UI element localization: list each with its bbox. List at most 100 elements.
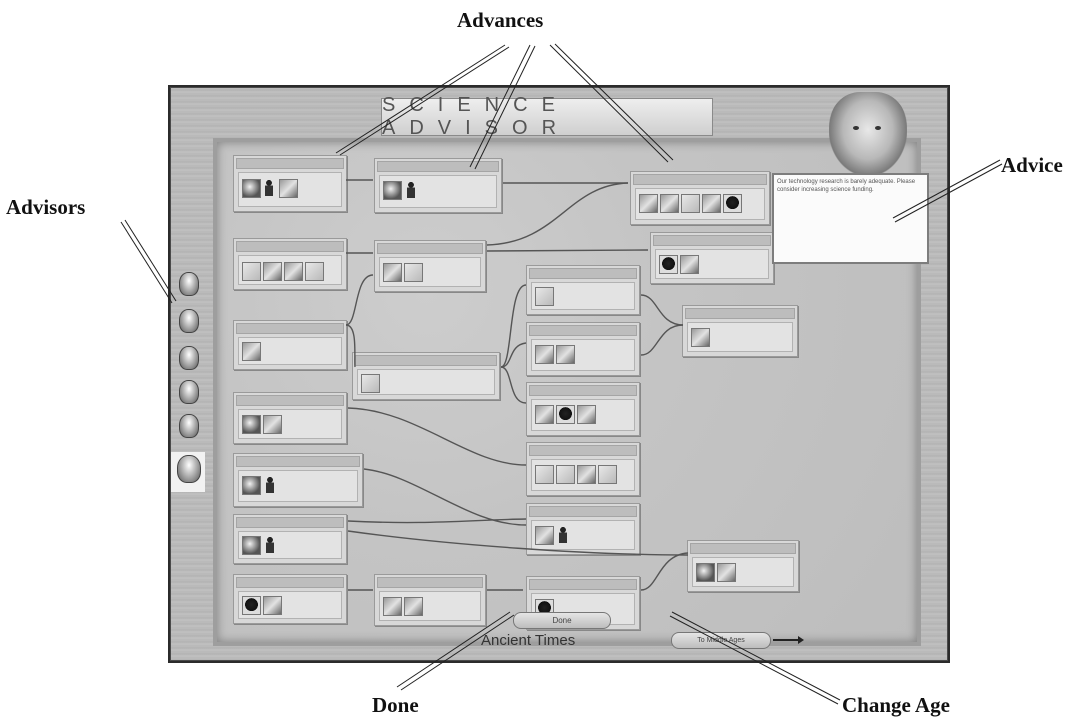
orb-icon xyxy=(383,181,402,200)
advisor-face-icon[interactable] xyxy=(177,455,201,483)
advance-card[interactable] xyxy=(374,158,502,213)
advance-name-bar xyxy=(529,445,637,456)
advance-card[interactable] xyxy=(526,503,640,555)
science-advisor-screen: SCIENCE ADVISOR Our technology research … xyxy=(168,85,950,663)
advance-name-bar xyxy=(236,456,360,467)
column-icon xyxy=(535,287,554,306)
advance-card[interactable] xyxy=(650,232,774,284)
advance-name-bar xyxy=(377,161,499,172)
advance-card[interactable] xyxy=(630,171,770,225)
age-label: Ancient Times xyxy=(481,632,576,649)
advance-name-bar xyxy=(633,174,767,185)
done-button[interactable]: Done xyxy=(513,612,611,629)
advance-name-bar xyxy=(236,241,344,252)
scroll-icon xyxy=(263,596,282,615)
advance-card[interactable] xyxy=(526,322,640,376)
advance-icons xyxy=(531,459,635,491)
field-icon xyxy=(660,194,679,213)
seal-icon xyxy=(696,563,715,582)
artifact-icon xyxy=(284,262,303,281)
advance-card[interactable] xyxy=(682,305,798,357)
advisor-face-icon[interactable] xyxy=(179,414,199,438)
advance-card[interactable] xyxy=(233,320,347,370)
advisor-face-icon[interactable] xyxy=(179,272,199,296)
mountain-icon xyxy=(639,194,658,213)
advisor-face-icon[interactable] xyxy=(179,346,199,370)
advance-icons xyxy=(655,249,769,279)
advance-card[interactable] xyxy=(526,265,640,315)
page-icon xyxy=(305,262,324,281)
change-age-button[interactable]: To Middle Ages xyxy=(671,632,771,649)
map-icon xyxy=(263,415,282,434)
advisor-portrait xyxy=(829,92,907,176)
advance-icons xyxy=(379,175,497,208)
advance-icons xyxy=(531,339,635,371)
advance-name-bar xyxy=(529,325,637,336)
advance-icons xyxy=(238,470,358,502)
advance-card[interactable] xyxy=(374,240,486,292)
cloud-icon xyxy=(681,194,700,213)
cart-icon xyxy=(691,328,710,347)
advance-card[interactable] xyxy=(526,442,640,496)
advance-name-bar xyxy=(529,579,637,590)
advisor-face-icon[interactable] xyxy=(179,309,199,333)
eye-icon xyxy=(853,126,859,130)
deer-icon xyxy=(535,526,554,545)
advisor-face-icon[interactable] xyxy=(179,380,199,404)
advance-card[interactable] xyxy=(352,352,500,400)
advance-icons xyxy=(238,337,342,365)
advance-card[interactable] xyxy=(233,574,347,624)
gear-icon xyxy=(242,536,261,555)
advance-icons xyxy=(531,282,635,310)
moon-icon xyxy=(723,194,742,213)
flowers-icon xyxy=(717,563,736,582)
advance-name-bar xyxy=(529,385,637,396)
tower-icon xyxy=(598,465,617,484)
figure-icon xyxy=(266,537,274,553)
advance-name-bar xyxy=(690,543,796,554)
hut-icon xyxy=(535,465,554,484)
banner-icon xyxy=(535,405,554,424)
advance-icons xyxy=(531,399,635,431)
advance-icons xyxy=(379,591,481,621)
sun-icon xyxy=(242,179,261,198)
advance-card[interactable] xyxy=(687,540,799,592)
advance-name-bar xyxy=(236,517,344,528)
ship-icon xyxy=(404,263,423,282)
figure-icon xyxy=(559,527,567,543)
pyramid-icon xyxy=(556,405,575,424)
book-icon xyxy=(383,263,402,282)
advisor-list xyxy=(171,268,205,492)
advance-name-bar xyxy=(236,395,344,406)
wheel-icon xyxy=(242,476,261,495)
advance-name-bar xyxy=(685,308,795,319)
advance-card[interactable] xyxy=(374,574,486,626)
advance-name-bar xyxy=(653,235,771,246)
advance-icons xyxy=(238,531,342,559)
crate-icon xyxy=(404,597,423,616)
ship-icon xyxy=(556,465,575,484)
advance-card[interactable] xyxy=(233,238,347,290)
bust-icon xyxy=(659,255,678,274)
advance-card[interactable] xyxy=(233,155,347,212)
figure-icon xyxy=(407,182,415,198)
landscape-icon xyxy=(383,597,402,616)
advance-card[interactable] xyxy=(233,392,347,444)
advance-icons xyxy=(379,257,481,287)
advance-name-bar xyxy=(236,577,344,588)
globe-icon xyxy=(242,415,261,434)
screen-title: SCIENCE ADVISOR xyxy=(381,94,713,139)
advance-name-bar xyxy=(377,577,483,588)
temple-icon xyxy=(361,374,380,393)
figure-icon xyxy=(266,477,274,493)
right-arrow-icon xyxy=(773,636,804,644)
advance-card[interactable] xyxy=(526,382,640,436)
advance-card[interactable] xyxy=(233,514,347,564)
advance-icons xyxy=(692,557,794,587)
advance-icons xyxy=(238,591,342,619)
advance-name-bar xyxy=(236,158,344,169)
tablet-icon xyxy=(680,255,699,274)
advance-card[interactable] xyxy=(233,453,363,507)
eye-icon xyxy=(875,126,881,130)
callout-change-age: Change Age xyxy=(842,693,950,717)
